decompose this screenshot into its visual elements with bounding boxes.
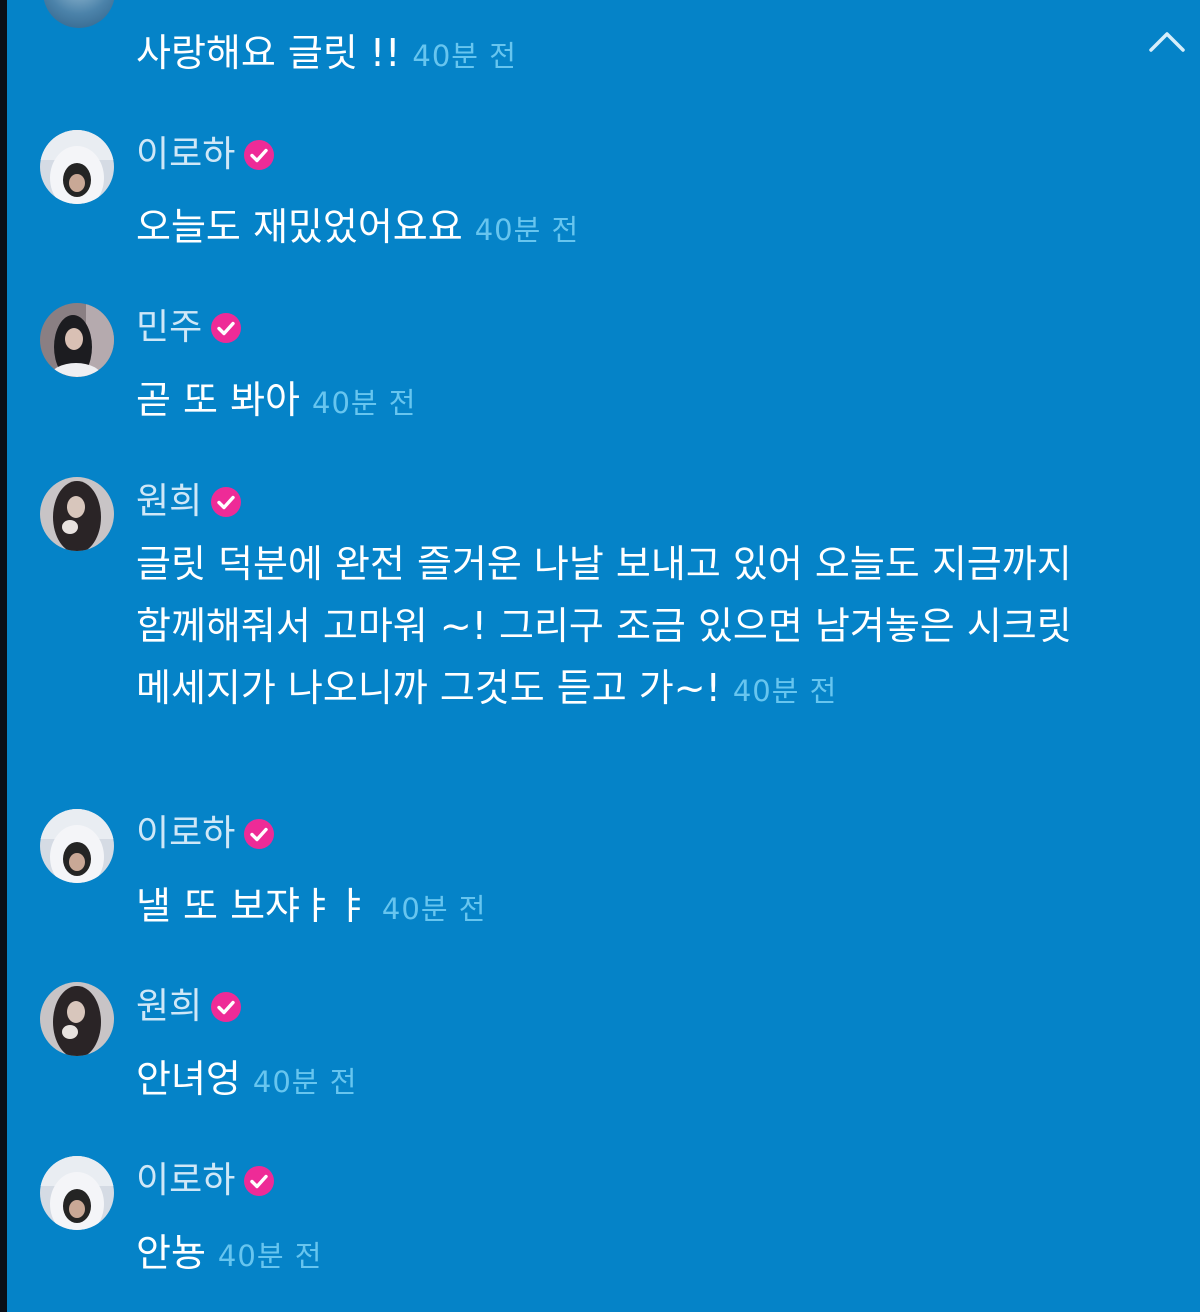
author-row: 원희 (136, 477, 243, 527)
message-time: 40분 전 (474, 213, 580, 247)
author-name[interactable]: 이로하 (136, 811, 235, 857)
message-content: 글릿 덕분에 완전 즐거운 나날 보내고 있어 오늘도 지금까지 함께해줘서 고… (136, 533, 1126, 719)
message-content: 곧 또 봐아 40분 전 (136, 369, 1136, 431)
author-name[interactable]: 원희 (136, 984, 202, 1030)
verified-badge-icon (211, 313, 242, 343)
author-name[interactable]: 원희 (136, 479, 202, 525)
message-time: 40분 전 (732, 674, 838, 708)
avatar[interactable] (40, 303, 114, 377)
avatar[interactable] (40, 809, 114, 883)
verified-badge-icon (244, 819, 275, 849)
message-time: 40분 전 (217, 1239, 323, 1273)
author-row: 이로하 (136, 130, 276, 180)
avatar-image (40, 303, 114, 377)
message-text: 안뇽 (136, 1231, 206, 1275)
message-time: 40분 전 (381, 892, 487, 926)
author-row: 민주 (136, 303, 243, 353)
avatar-image (40, 982, 114, 1056)
message-time: 40분 전 (252, 1065, 358, 1099)
live-chat-panel: 사랑해요 글릿 !! 40분 전 이로하 오늘도 재밌었어요요 40분 전 민주… (7, 0, 1200, 1312)
verified-badge-icon (211, 487, 242, 517)
avatar-image (40, 809, 114, 883)
message-text: 안녀엉 (136, 1057, 241, 1101)
chat-message-top: 사랑해요 글릿 !! 40분 전 (7, 0, 1200, 95)
avatar[interactable] (40, 130, 114, 204)
author-name[interactable]: 이로하 (136, 132, 235, 178)
message-content: 오늘도 재밌었어요요 40분 전 (136, 196, 1136, 258)
message-text: 글릿 덕분에 완전 즐거운 나날 보내고 있어 오늘도 지금까지 함께해줘서 고… (136, 542, 1072, 710)
message-time: 40분 전 (412, 39, 517, 73)
message-content: 안뇽 40분 전 (136, 1222, 1136, 1284)
author-row: 이로하 (136, 809, 276, 859)
message-content: 안녀엉 40분 전 (136, 1048, 1136, 1110)
author-name[interactable]: 민주 (136, 305, 202, 351)
chevron-up-icon[interactable] (1147, 26, 1187, 56)
avatar[interactable] (40, 982, 114, 1056)
message-text: 오늘도 재밌었어요요 (136, 205, 463, 249)
message-content: 사랑해요 글릿 !! 40분 전 (136, 22, 517, 84)
verified-badge-icon (211, 992, 242, 1022)
message-content: 낼 또 보쟈ㅑㅑ 40분 전 (136, 875, 1136, 937)
avatar-image (40, 1156, 114, 1230)
author-row: 원희 (136, 982, 243, 1032)
author-row: 이로하 (136, 1156, 276, 1206)
author-name[interactable]: 이로하 (136, 1158, 235, 1204)
message-time: 40분 전 (312, 386, 417, 420)
avatar-image (40, 477, 114, 551)
avatar[interactable] (40, 477, 114, 551)
message-text: 사랑해요 글릿 !! (136, 31, 401, 75)
avatar[interactable] (40, 1156, 114, 1230)
avatar[interactable] (43, 0, 115, 28)
message-text: 낼 또 보쟈ㅑㅑ (136, 884, 370, 928)
verified-badge-icon (244, 140, 275, 170)
message-text: 곧 또 봐아 (136, 378, 300, 422)
verified-badge-icon (244, 1166, 275, 1196)
avatar-image (40, 130, 114, 204)
